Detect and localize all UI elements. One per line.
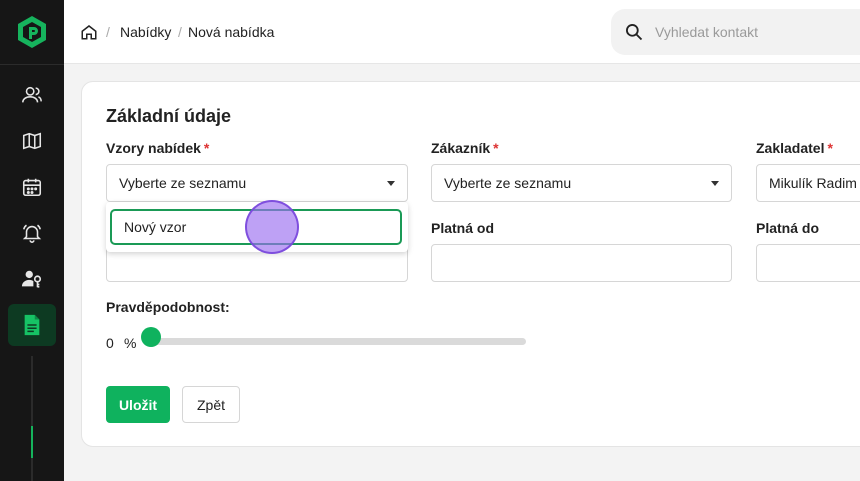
sidebar-divider [0,64,64,65]
map-icon[interactable] [20,129,44,153]
search-icon [626,24,643,41]
offer-form-card: Základní údaje Vzory nabídek * Zákazník * … [81,81,860,447]
templates-select-value: Vyberte ze seznamu [119,175,247,191]
templates-select[interactable]: Vyberte ze seznamu [106,164,408,202]
caret-down-icon [387,181,395,186]
breadcrumb-separator: / [178,24,182,40]
valid-to-input[interactable] [756,244,860,282]
valid-from-label: Platná od [431,220,495,236]
click-indicator [245,200,299,254]
probability-unit: % [124,335,137,351]
contacts-icon[interactable] [20,83,44,107]
sidebar-track-indicator [31,426,33,458]
search-box [611,9,860,55]
search-input[interactable] [655,21,855,43]
valid-to-label: Platná do [756,220,820,236]
templates-label-text: Vzory nabídek [106,140,201,156]
required-mark: * [493,140,499,156]
calendar-icon[interactable] [20,175,44,199]
save-button[interactable]: Uložit [106,386,170,423]
user-key-icon[interactable] [20,267,44,291]
sidebar [0,0,64,481]
valid-from-input[interactable] [431,244,732,282]
back-button[interactable]: Zpět [182,386,240,423]
breadcrumb-separator: / [106,24,110,40]
top-header: / Nabídky / Nová nabídka [64,0,860,64]
customer-select-value: Vyberte ze seznamu [444,175,572,191]
founder-select-value: Mikulík Radim [769,175,857,191]
founder-select[interactable]: Mikulík Radim [756,164,860,202]
probability-slider-track[interactable] [146,338,526,345]
customer-label: Zákazník * [431,140,499,156]
home-icon[interactable] [80,23,98,41]
caret-down-icon [711,181,719,186]
breadcrumb-new-offer: Nová nabídka [188,24,275,40]
sidebar-track [31,356,33,481]
breadcrumb-offers[interactable]: Nabídky [120,24,171,40]
section-title: Základní údaje [106,106,232,126]
logo-icon[interactable] [16,15,48,49]
required-mark: * [203,140,210,156]
customer-label-text: Zákazník [431,140,491,156]
required-mark: * [827,140,833,156]
probability-value: 0 [106,335,114,351]
bell-icon[interactable] [20,221,44,245]
document-icon[interactable] [20,313,44,337]
founder-label: Zakladatel * [756,140,833,156]
probability-slider-thumb[interactable] [141,327,161,347]
templates-label: Vzory nabídek * [106,140,209,156]
founder-label-text: Zakladatel [756,140,825,156]
customer-select[interactable]: Vyberte ze seznamu [431,164,732,202]
probability-label: Pravděpodobnost: [106,299,230,315]
